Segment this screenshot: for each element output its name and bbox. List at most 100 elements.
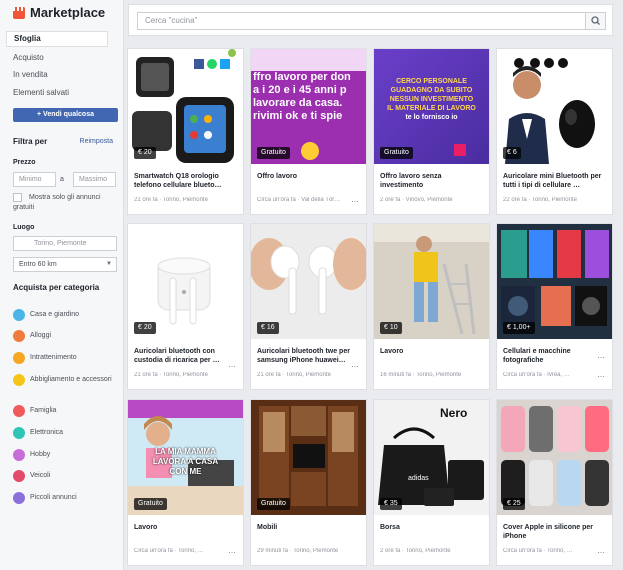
- listing-title: Smartwatch Q18 orologio telefono cellula…: [134, 173, 222, 189]
- listing-meta: Circa un'ora fa · Torino, …: [134, 548, 204, 554]
- listing-meta: 21 ore fa · Torino, Piemonte: [134, 197, 208, 203]
- category-clothing[interactable]: Abbigliamento e accessori: [13, 374, 118, 386]
- listing-title: Mobili: [257, 524, 278, 531]
- category-home-garden[interactable]: Casa e giardino: [13, 309, 118, 321]
- marketplace-shop-icon: [13, 6, 25, 19]
- listing-card[interactable]: € 16 Auricolari bluetooth twe per samsun…: [250, 223, 367, 390]
- category-label: Elettronica: [30, 429, 64, 436]
- category-hobby[interactable]: Hobby: [13, 449, 118, 461]
- listing-meta: 22 ore fa · Torino, Piemonte: [503, 197, 577, 203]
- page-title: Marketplace: [30, 5, 106, 20]
- price-max-input[interactable]: Massimo: [73, 172, 116, 187]
- svg-text:adidas: adidas: [408, 475, 429, 482]
- listing-meta: 29 minuti fa · Torino, Piemonte: [257, 548, 339, 554]
- more-options-icon[interactable]: …: [228, 360, 237, 369]
- more-options-icon[interactable]: …: [597, 370, 606, 379]
- category-classifieds[interactable]: Piccoli annunci: [13, 492, 118, 504]
- filter-title: Filtra per: [13, 137, 48, 146]
- listing-meta: 2 ore fa · Vinovo, Piemonte: [380, 197, 453, 203]
- smiley-emoji-icon: [301, 142, 319, 160]
- listing-title: Auricolare mini Bluetooth per tutti i ti…: [503, 173, 602, 189]
- price-badge: Gratuito: [257, 147, 290, 159]
- more-options-icon[interactable]: …: [228, 546, 237, 555]
- reset-filters-link[interactable]: Reimposta: [80, 138, 113, 145]
- listing-card[interactable]: ffro lavoro per don a i 20 e i 45 anni p…: [250, 48, 367, 215]
- listing-title: Auricolari bluetooth twe per samsung iPh…: [257, 348, 350, 364]
- listing-title: Offro lavoro senza investimento: [380, 173, 442, 189]
- search-input[interactable]: Cerca "cucina": [137, 12, 587, 30]
- banner-line: CERCO PERSONALE: [396, 78, 467, 85]
- category-label: Intrattenimento: [30, 354, 77, 361]
- listing-card[interactable]: € 10 Lavoro 16 minuti fa · Torino, Piemo…: [373, 223, 490, 390]
- listing-meta: 21 ore fa · Torino, Piemonte: [257, 372, 331, 378]
- more-options-icon[interactable]: …: [597, 546, 606, 555]
- category-vehicles[interactable]: Veicoli: [13, 470, 118, 482]
- listing-card[interactable]: € 6 Auricolare mini Bluetooth per tutti …: [496, 48, 613, 215]
- house-icon: [13, 309, 25, 321]
- sidebar: Marketplace Sfoglia Acquisto In vendita …: [0, 0, 124, 570]
- banner-line: NESSUN INVESTIMENTO: [389, 96, 474, 103]
- location-label: Luogo: [13, 224, 35, 231]
- price-badge: Gratuito: [380, 147, 413, 159]
- price-badge: € 16: [257, 322, 279, 334]
- category-label: Famiglia: [30, 407, 57, 414]
- guitar-icon: [13, 449, 25, 461]
- tag-icon: [13, 492, 25, 504]
- more-options-icon[interactable]: …: [351, 195, 360, 204]
- category-housing[interactable]: Alloggi: [13, 330, 118, 342]
- sell-something-button[interactable]: + Vendi qualcosa: [13, 108, 118, 122]
- chevron-down-icon: ▼: [106, 261, 112, 267]
- category-label: Abbigliamento e accessori: [30, 376, 112, 383]
- nav-item-buying[interactable]: Acquisto: [6, 50, 108, 66]
- price-badge: € 6: [503, 147, 521, 159]
- more-options-icon[interactable]: …: [597, 351, 606, 360]
- listing-card[interactable]: € 20 Auricolari bluetooth con custodia d…: [127, 223, 244, 390]
- price-badge: Gratuito: [257, 498, 290, 510]
- price-badge: € 35: [380, 498, 402, 510]
- listing-card[interactable]: € 20 Smartwatch Q18 orologio telefono ce…: [127, 48, 244, 215]
- category-electronics[interactable]: Elettronica: [13, 427, 118, 439]
- listing-card[interactable]: € 25 Cover Apple in silicone per iPhone …: [496, 399, 613, 566]
- price-min-input[interactable]: Minimo: [13, 172, 56, 187]
- brand[interactable]: Marketplace: [13, 5, 105, 20]
- listing-card[interactable]: CERCO PERSONALE GUADAGNO DA SUBITO NESSU…: [373, 48, 490, 215]
- nav-item-selling[interactable]: In vendita: [6, 67, 108, 83]
- free-only-label: Mostra solo gli annunci gratuiti: [13, 194, 101, 211]
- listing-card[interactable]: Gratuito Mobili 29 minuti fa · Torino, P…: [250, 399, 367, 566]
- category-label: Alloggi: [30, 332, 52, 339]
- phone-icon: [13, 427, 25, 439]
- banner-line: GUADAGNO DA SUBITO: [390, 87, 473, 94]
- ticket-icon: [13, 352, 25, 364]
- distance-select[interactable]: Entro 60 km ▼: [13, 257, 117, 272]
- banner-line: rivimi ok e ti spie: [253, 110, 343, 122]
- location-input[interactable]: Torino, Piemonte: [13, 236, 117, 251]
- search-bar: Cerca "cucina": [128, 4, 613, 36]
- gift-icon: [454, 144, 466, 156]
- more-options-icon[interactable]: …: [351, 360, 360, 369]
- banner-line: IL MATERIALE DI LAVORO: [387, 105, 476, 112]
- category-entertainment[interactable]: Intrattenimento: [13, 352, 118, 364]
- price-badge: € 10: [380, 322, 402, 334]
- price-badge: € 1,00+: [503, 322, 535, 334]
- listing-card[interactable]: € 1,00+ Cellulari e macchine fotografich…: [496, 223, 613, 390]
- listing-card[interactable]: LA MIA MAMMA LAVORA A CASA CON ME Gratui…: [127, 399, 244, 566]
- category-label: Veicoli: [30, 472, 51, 479]
- listing-card[interactable]: Nero adidas € 35 Borsa 2 ore fa · Torino…: [373, 399, 490, 566]
- category-family[interactable]: Famiglia: [13, 405, 118, 417]
- category-label: Casa e giardino: [30, 311, 80, 318]
- search-button[interactable]: [585, 12, 606, 30]
- banner-line: LA MIA MAMMA: [155, 447, 216, 456]
- listing-title: Cover Apple in silicone per iPhone: [503, 524, 593, 540]
- price-badge: Gratuito: [134, 498, 167, 510]
- banner-line: ffro lavoro per don: [253, 71, 351, 83]
- nav-item-browse[interactable]: Sfoglia: [6, 31, 108, 47]
- listing-meta: Circa un'ora fa · Val della Tòr…: [257, 197, 341, 203]
- categories-title: Acquista per categoria: [13, 283, 100, 292]
- shirt-icon: [13, 374, 25, 386]
- nav-item-saved[interactable]: Elementi salvati: [6, 85, 108, 101]
- banner-line: a i 20 e i 45 anni p: [253, 84, 347, 96]
- banner-line: te lo fornisco io: [405, 114, 458, 121]
- banner-text: Nero: [440, 406, 468, 420]
- heart-icon: [13, 405, 25, 417]
- listing-meta: Circa un'ora fa · Torino, …: [503, 548, 573, 554]
